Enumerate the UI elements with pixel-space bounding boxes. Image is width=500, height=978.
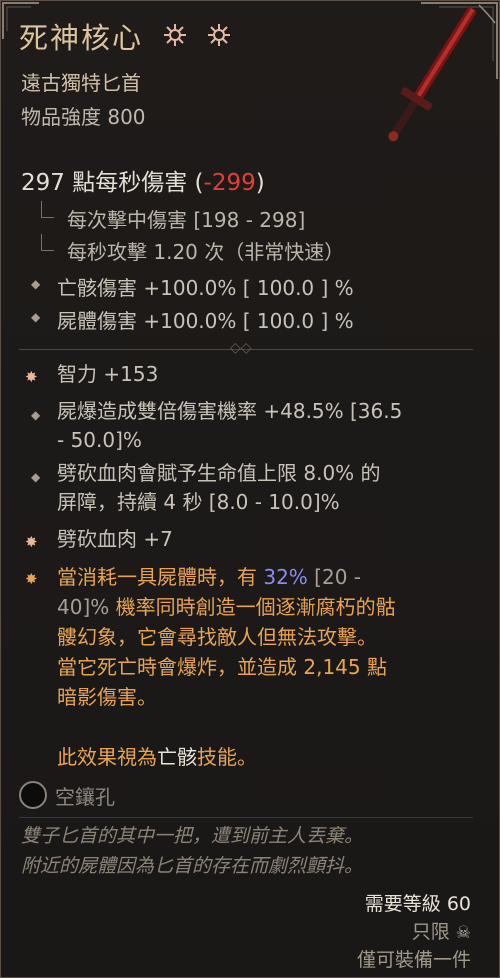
unique-line: 當消耗一具屍體時，有 32% [20 - <box>57 562 477 592</box>
unique-line: 此效果視為亡骸技能。 <box>57 742 477 772</box>
ancestral-rune-icon <box>164 24 186 46</box>
diamond-bullet-icon: ◆ <box>31 310 41 324</box>
flavor-line: 雙子匕首的其中一把，遭到前主人丟棄。 <box>21 825 364 847</box>
affix-hewed-flesh: 劈砍血肉 +7 <box>57 527 173 551</box>
implicit-affix: 亡骸傷害 +100.0% [ 100.0 ] % <box>57 276 354 300</box>
socket-label: 空鑲孔 <box>55 785 115 809</box>
level-requirement: 需要等級 60 <box>364 893 471 915</box>
item-type: 遠古獨特匕首 <box>21 71 141 95</box>
dagger-item-image <box>388 6 476 142</box>
unique-text: 此效果視為 <box>57 745 157 769</box>
affix-line: 屏障，持續 4 秒 [8.0 - 10.0]% <box>57 490 340 514</box>
unique-text: 機率同時創造一個逐漸腐朽的骷 <box>109 595 396 619</box>
unique-power-text: 當消耗一具屍體時，有 32% [20 - 40]% 機率同時創造一個逐漸腐朽的骷… <box>57 562 477 772</box>
damage-per-hit: 每次擊中傷害 [198 - 298] <box>67 208 306 232</box>
attack-speed: 每秒攻擊 1.20 次（非常快速） <box>67 240 345 264</box>
flavor-text: 雙子匕首的其中一把，遭到前主人丟棄。 附近的屍體因為匕首的存在而劇烈顫抖。 <box>21 821 481 881</box>
tree-branch-icon <box>41 201 54 218</box>
empty-socket-icon <box>19 781 47 809</box>
greater-affix-icon: ✸ <box>25 533 38 551</box>
class-requirement: 只限 ☠ <box>412 917 471 944</box>
diamond-bullet-icon: ◆ <box>31 470 41 484</box>
section-divider <box>19 817 473 818</box>
unique-text: 當消耗一具屍體時，有 <box>57 565 264 589</box>
dps-value: 297 點每秒傷害 <box>21 170 188 196</box>
diamond-bullet-icon: ◆ <box>31 408 41 422</box>
affix-barrier: 劈砍血肉會賦予生命值上限 8.0% 的 屏障，持續 4 秒 [8.0 - 10.… <box>57 459 381 517</box>
affix-line: 劈砍血肉會賦予生命值上限 8.0% 的 <box>57 461 381 485</box>
affix-intelligence: 智力 +153 <box>57 362 159 386</box>
implicit-affix: 屍體傷害 +100.0% [ 100.0 ] % <box>57 309 354 333</box>
tree-branch-icon <box>41 234 54 251</box>
item-power: 物品強度 800 <box>21 105 146 129</box>
affix-line: 屍爆造成雙倍傷害機率 +48.5% [36.5 <box>57 399 403 423</box>
greater-affix-icon: ✸ <box>25 368 38 386</box>
unique-range: [20 - <box>307 565 361 589</box>
unique-text: 技能。 <box>197 745 257 769</box>
dps-paren-close: ) <box>255 170 265 196</box>
item-name: 死神核心 <box>19 21 144 55</box>
affix-line: - 50.0]% <box>57 428 142 452</box>
flavor-line: 附近的屍體因為匕首的存在而劇烈顫抖。 <box>21 855 364 877</box>
unique-line: 40]% 機率同時創造一個逐漸腐朽的骷 <box>57 592 477 622</box>
unique-power-icon: ✸ <box>25 570 38 588</box>
necromancer-class-icon: ☠ <box>455 923 471 943</box>
unique-line: 髏幻象，它會尋找敵人但無法攻擊。 <box>57 625 377 649</box>
dps-paren-open: ( <box>194 170 204 196</box>
divider-ornament-icon: ◇◇ <box>230 340 252 356</box>
dps-diff: -299 <box>203 170 256 196</box>
ancestral-rune-icon <box>208 24 230 46</box>
diamond-bullet-icon: ◆ <box>31 277 41 291</box>
class-requirement-label: 只限 <box>411 921 450 943</box>
dps-line: 297 點每秒傷害 (-299) <box>21 163 265 197</box>
unique-roll-value: 32% <box>263 565 308 589</box>
unique-line: 當它死亡時會爆炸，並造成 2,145 點 <box>57 655 387 679</box>
item-tooltip: 死神核心 遠古獨特匕首 物品強度 800 297 點每秒傷害 (-299) 每次… <box>0 0 500 978</box>
unique-keyword: 亡骸 <box>157 745 197 769</box>
unique-equipped-text: 僅可裝備一件 <box>356 949 471 971</box>
unique-range: 40]% <box>57 595 110 619</box>
affix-corpse-explosion: 屍爆造成雙倍傷害機率 +48.5% [36.5 - 50.0]% <box>57 397 402 455</box>
unique-line: 暗影傷害。 <box>57 685 157 709</box>
